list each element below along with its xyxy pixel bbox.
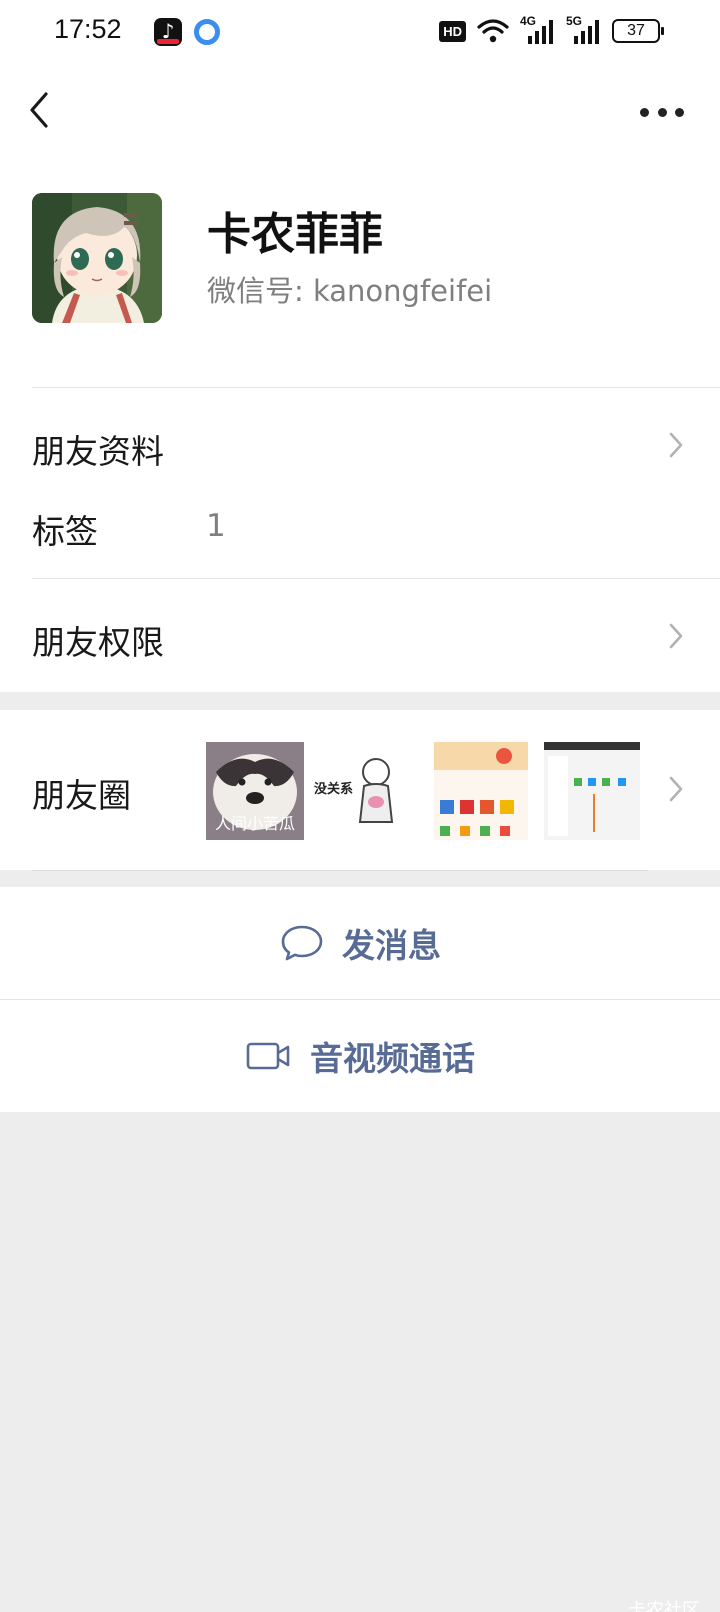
contact-name: 卡农菲菲 <box>207 209 383 260</box>
divider <box>32 578 720 579</box>
divider <box>32 387 720 388</box>
tiktok-app-icon: ♪ <box>154 18 182 46</box>
status-time: 17:52 <box>54 14 122 44</box>
moments-thumb-2[interactable]: 没关系 <box>312 742 410 840</box>
wechat-id-value: kanongfeifei <box>313 274 493 308</box>
moments-thumb-caption: 人间小苦瓜 <box>214 814 295 833</box>
moments-label: 朋友圈 <box>32 776 131 815</box>
chevron-right-icon <box>669 776 683 802</box>
battery-icon: 37 <box>612 19 664 43</box>
send-message-label: 发消息 <box>342 926 441 965</box>
moments-thumb-1[interactable]: 人间小苦瓜 <box>206 742 304 840</box>
wechat-id[interactable]: 微信号: kanongfeifei <box>207 268 492 310</box>
moments-thumb-caption: 没关系 <box>314 782 354 797</box>
signal-icon-2: 5G <box>566 14 602 44</box>
divider <box>32 870 648 871</box>
status-bar: 17:52 ♪ HD 4G 5G 37 <box>0 0 720 62</box>
more-button[interactable] <box>640 100 684 124</box>
profile-card-background <box>0 0 720 692</box>
hd-icon: HD <box>439 20 466 42</box>
more-dots-icon <box>640 107 649 117</box>
moments-thumb-4[interactable] <box>544 742 640 840</box>
moments-thumb-3[interactable] <box>434 742 532 840</box>
chevron-right-icon <box>669 623 683 649</box>
video-call-label: 音视频通话 <box>310 1039 475 1078</box>
tags-value: 1 <box>206 508 226 544</box>
avatar[interactable] <box>32 193 162 323</box>
send-message-button[interactable]: 发消息 <box>0 887 720 999</box>
chevron-left-icon <box>30 92 48 128</box>
wifi-icon <box>477 19 509 43</box>
video-camera-icon <box>246 1042 290 1070</box>
video-call-button[interactable]: 音视频通话 <box>0 1000 720 1112</box>
browser-app-icon <box>194 19 220 45</box>
watermark: 卡农社区 <box>628 1600 700 1612</box>
friend-permissions-row[interactable]: 朋友权限 <box>32 616 164 664</box>
friend-info-row[interactable]: 朋友资料 <box>32 425 164 473</box>
signal-icon: 4G <box>520 14 556 44</box>
chevron-right-icon <box>669 432 683 458</box>
tags-label: 标签 <box>32 512 98 551</box>
wechat-id-label: 微信号: <box>207 274 304 308</box>
back-button[interactable] <box>22 88 62 134</box>
chat-bubble-icon <box>281 925 323 961</box>
